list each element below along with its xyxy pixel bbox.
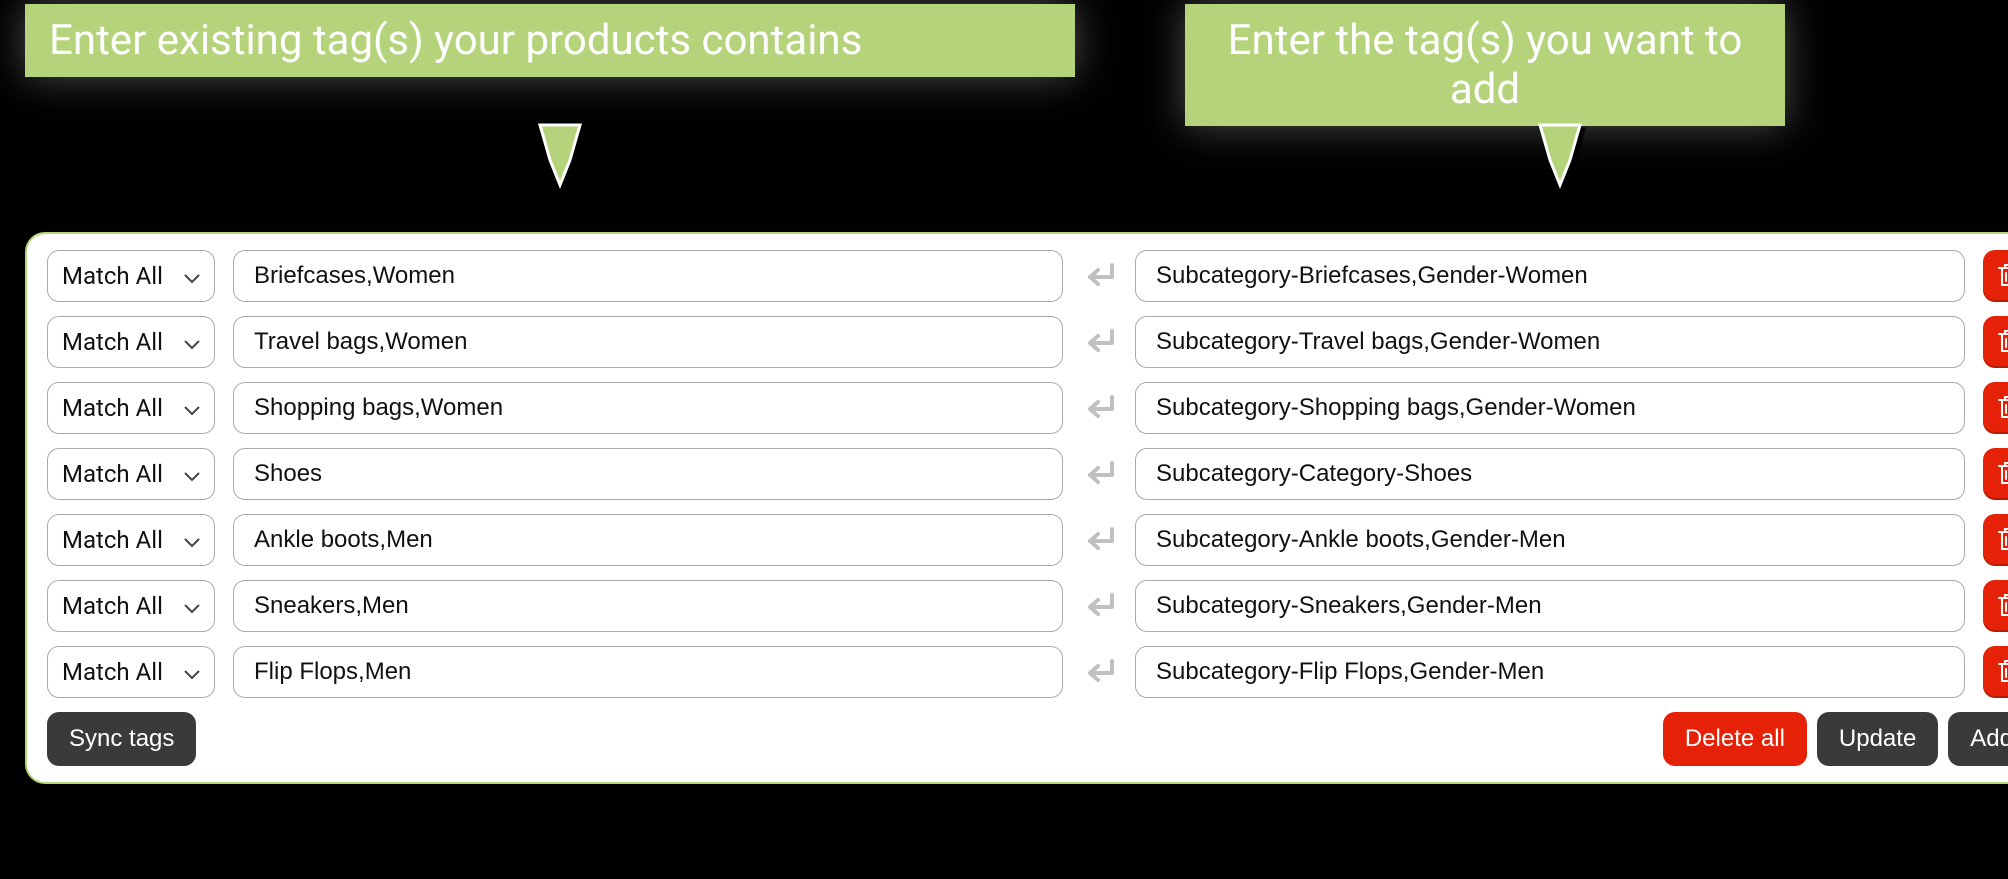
tag-rule-row: Match All [47, 316, 2008, 368]
add-tags-input[interactable] [1135, 448, 1965, 500]
match-mode-label: Match All [62, 262, 163, 290]
add-tags-input[interactable] [1135, 316, 1965, 368]
match-mode-label: Match All [62, 658, 163, 686]
match-mode-select[interactable]: Match All [47, 316, 215, 368]
arrow-pointer-icon [1530, 120, 1590, 190]
existing-tags-input[interactable] [233, 646, 1063, 698]
delete-row-button[interactable] [1983, 448, 2008, 500]
existing-tags-input[interactable] [233, 316, 1063, 368]
existing-tags-input[interactable] [233, 382, 1063, 434]
add-tags-input[interactable] [1135, 580, 1965, 632]
panel-footer: Sync tags Delete all Update Add [47, 712, 2008, 766]
enter-icon [1081, 525, 1117, 555]
chevron-down-icon [184, 526, 200, 554]
match-mode-label: Match All [62, 592, 163, 620]
callout-existing-tags: Enter existing tag(s) your products cont… [25, 4, 1075, 77]
trash-icon [1996, 393, 2008, 424]
update-button[interactable]: Update [1817, 712, 1938, 766]
enter-icon [1081, 393, 1117, 423]
tag-rule-row: Match All [47, 250, 2008, 302]
sync-tags-button[interactable]: Sync tags [47, 712, 196, 766]
delete-row-button[interactable] [1983, 382, 2008, 434]
callout-add-tags: Enter the tag(s) you want to add [1185, 4, 1785, 126]
tag-rule-row: Match All [47, 646, 2008, 698]
add-tags-input[interactable] [1135, 382, 1965, 434]
enter-icon [1081, 657, 1117, 687]
match-mode-label: Match All [62, 526, 163, 554]
enter-icon [1081, 327, 1117, 357]
chevron-down-icon [184, 592, 200, 620]
enter-icon [1081, 459, 1117, 489]
match-mode-select[interactable]: Match All [47, 250, 215, 302]
chevron-down-icon [184, 262, 200, 290]
add-tags-input[interactable] [1135, 514, 1965, 566]
trash-icon [1996, 657, 2008, 688]
add-tags-input[interactable] [1135, 250, 1965, 302]
match-mode-label: Match All [62, 460, 163, 488]
match-mode-select[interactable]: Match All [47, 448, 215, 500]
match-mode-select[interactable]: Match All [47, 646, 215, 698]
tag-rules-panel: Match All Match All [25, 232, 2008, 784]
existing-tags-input[interactable] [233, 580, 1063, 632]
match-mode-label: Match All [62, 394, 163, 422]
tag-rule-row: Match All [47, 382, 2008, 434]
existing-tags-input[interactable] [233, 514, 1063, 566]
delete-row-button[interactable] [1983, 250, 2008, 302]
add-tags-input[interactable] [1135, 646, 1965, 698]
tag-rule-row: Match All [47, 514, 2008, 566]
chevron-down-icon [184, 394, 200, 422]
tag-rule-row: Match All [47, 580, 2008, 632]
delete-row-button[interactable] [1983, 514, 2008, 566]
match-mode-select[interactable]: Match All [47, 514, 215, 566]
arrow-pointer-icon [530, 120, 590, 190]
enter-icon [1081, 261, 1117, 291]
chevron-down-icon [184, 460, 200, 488]
delete-row-button[interactable] [1983, 316, 2008, 368]
delete-row-button[interactable] [1983, 580, 2008, 632]
trash-icon [1996, 525, 2008, 556]
chevron-down-icon [184, 328, 200, 356]
tag-rule-row: Match All [47, 448, 2008, 500]
existing-tags-input[interactable] [233, 448, 1063, 500]
trash-icon [1996, 327, 2008, 358]
add-button[interactable]: Add [1948, 712, 2008, 766]
footer-right-buttons: Delete all Update Add [1663, 712, 2008, 766]
delete-all-button[interactable]: Delete all [1663, 712, 1807, 766]
match-mode-label: Match All [62, 328, 163, 356]
delete-row-button[interactable] [1983, 646, 2008, 698]
trash-icon [1996, 459, 2008, 490]
chevron-down-icon [184, 658, 200, 686]
trash-icon [1996, 261, 2008, 292]
trash-icon [1996, 591, 2008, 622]
match-mode-select[interactable]: Match All [47, 382, 215, 434]
existing-tags-input[interactable] [233, 250, 1063, 302]
enter-icon [1081, 591, 1117, 621]
match-mode-select[interactable]: Match All [47, 580, 215, 632]
